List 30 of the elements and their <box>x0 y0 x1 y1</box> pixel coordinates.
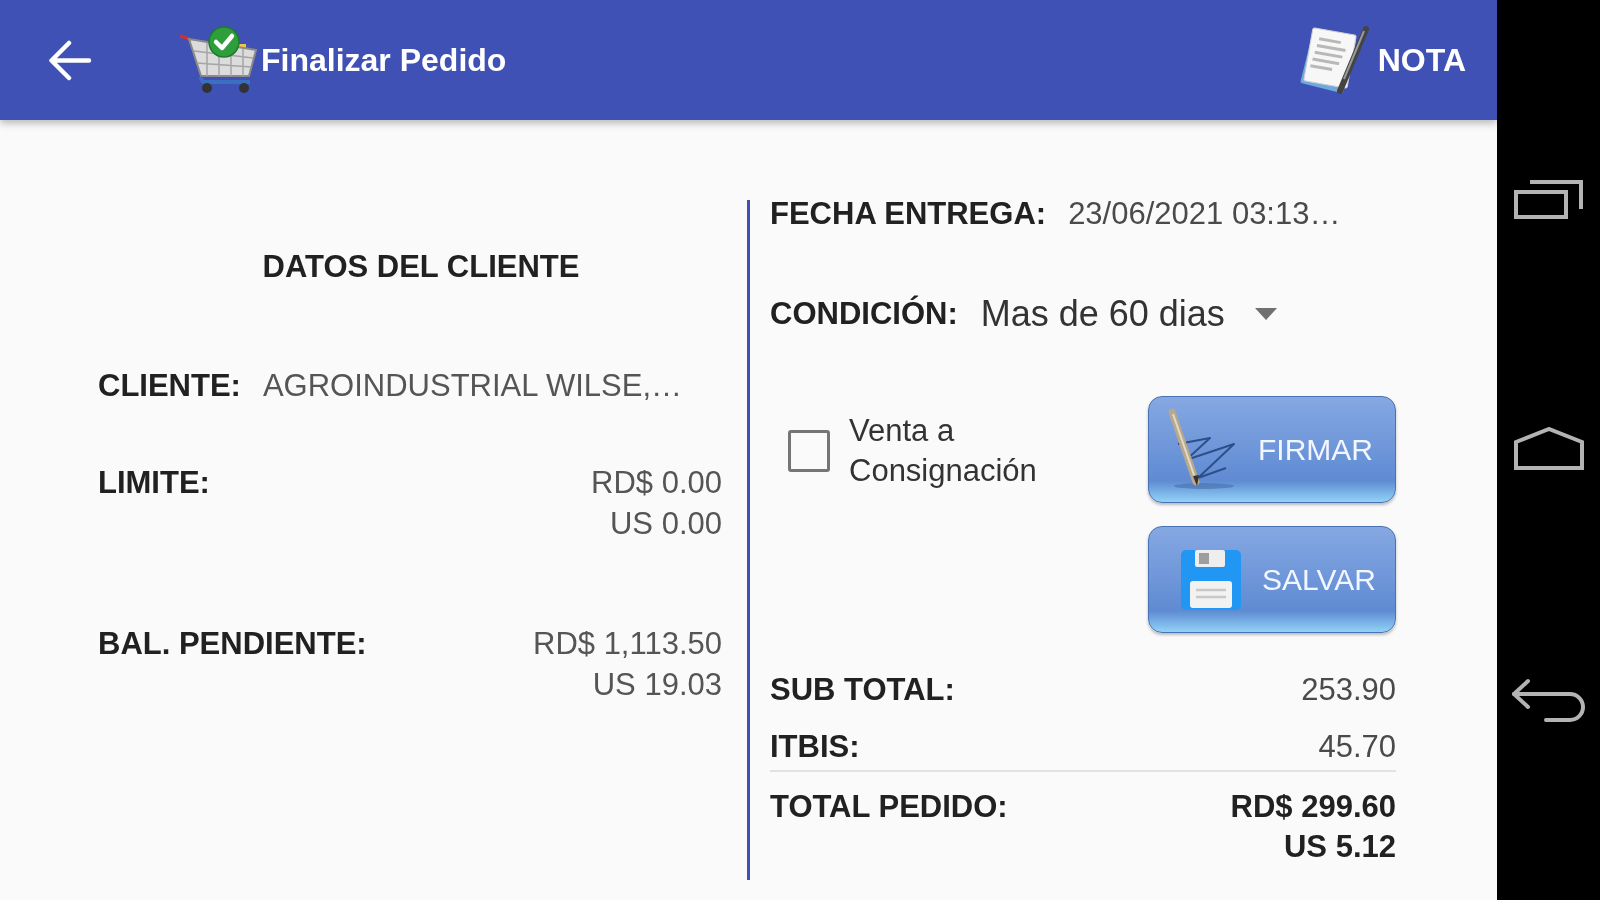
checkbox-label: Venta a Consignación <box>849 412 1038 490</box>
field-value: RD$ 1,113.50 <box>533 625 722 663</box>
back-icon[interactable] <box>1510 678 1587 724</box>
field-value: US 0.00 <box>610 505 722 543</box>
total-label: SUB TOTAL: <box>770 671 955 709</box>
field-value: US 19.03 <box>592 666 722 704</box>
total-value: RD$ 299.60 <box>1230 788 1396 826</box>
condition-label: CONDICIÓN: <box>770 294 958 333</box>
date-value: 23/06/2021 03:13… <box>1068 200 1341 228</box>
field-label: CLIENTE: <box>98 367 241 405</box>
field-label: BAL. PENDIENTE: <box>98 625 367 663</box>
section-heading: DATOS DEL CLIENTE <box>261 248 581 286</box>
field-value: RD$ 0.00 <box>591 464 722 502</box>
total-value: 253.90 <box>1301 671 1396 709</box>
total-value: 45.70 <box>1318 728 1396 766</box>
total-value: US 5.12 <box>1284 828 1396 866</box>
total-label: ITBIS: <box>770 728 860 766</box>
recent-apps-icon[interactable] <box>1513 179 1584 219</box>
caret-icon <box>1254 308 1277 320</box>
nota-button[interactable]: NOTA <box>1297 23 1466 97</box>
date-label: FECHA ENTREGA: <box>770 200 1047 228</box>
checkbox[interactable] <box>788 430 830 472</box>
total-label: TOTAL PEDIDO: <box>770 788 1008 826</box>
app-title: Finalizar Pedido <box>261 41 507 80</box>
condition-dropdown[interactable]: Mas de 60 dias <box>980 292 1277 336</box>
field-label: LIMITE: <box>98 464 210 502</box>
back-arrow-icon[interactable] <box>48 39 92 81</box>
shopping-cart-check-icon <box>180 26 258 94</box>
home-icon[interactable] <box>1513 427 1584 470</box>
field-value: AGROINDUSTRIAL WILSE,… <box>262 367 683 405</box>
